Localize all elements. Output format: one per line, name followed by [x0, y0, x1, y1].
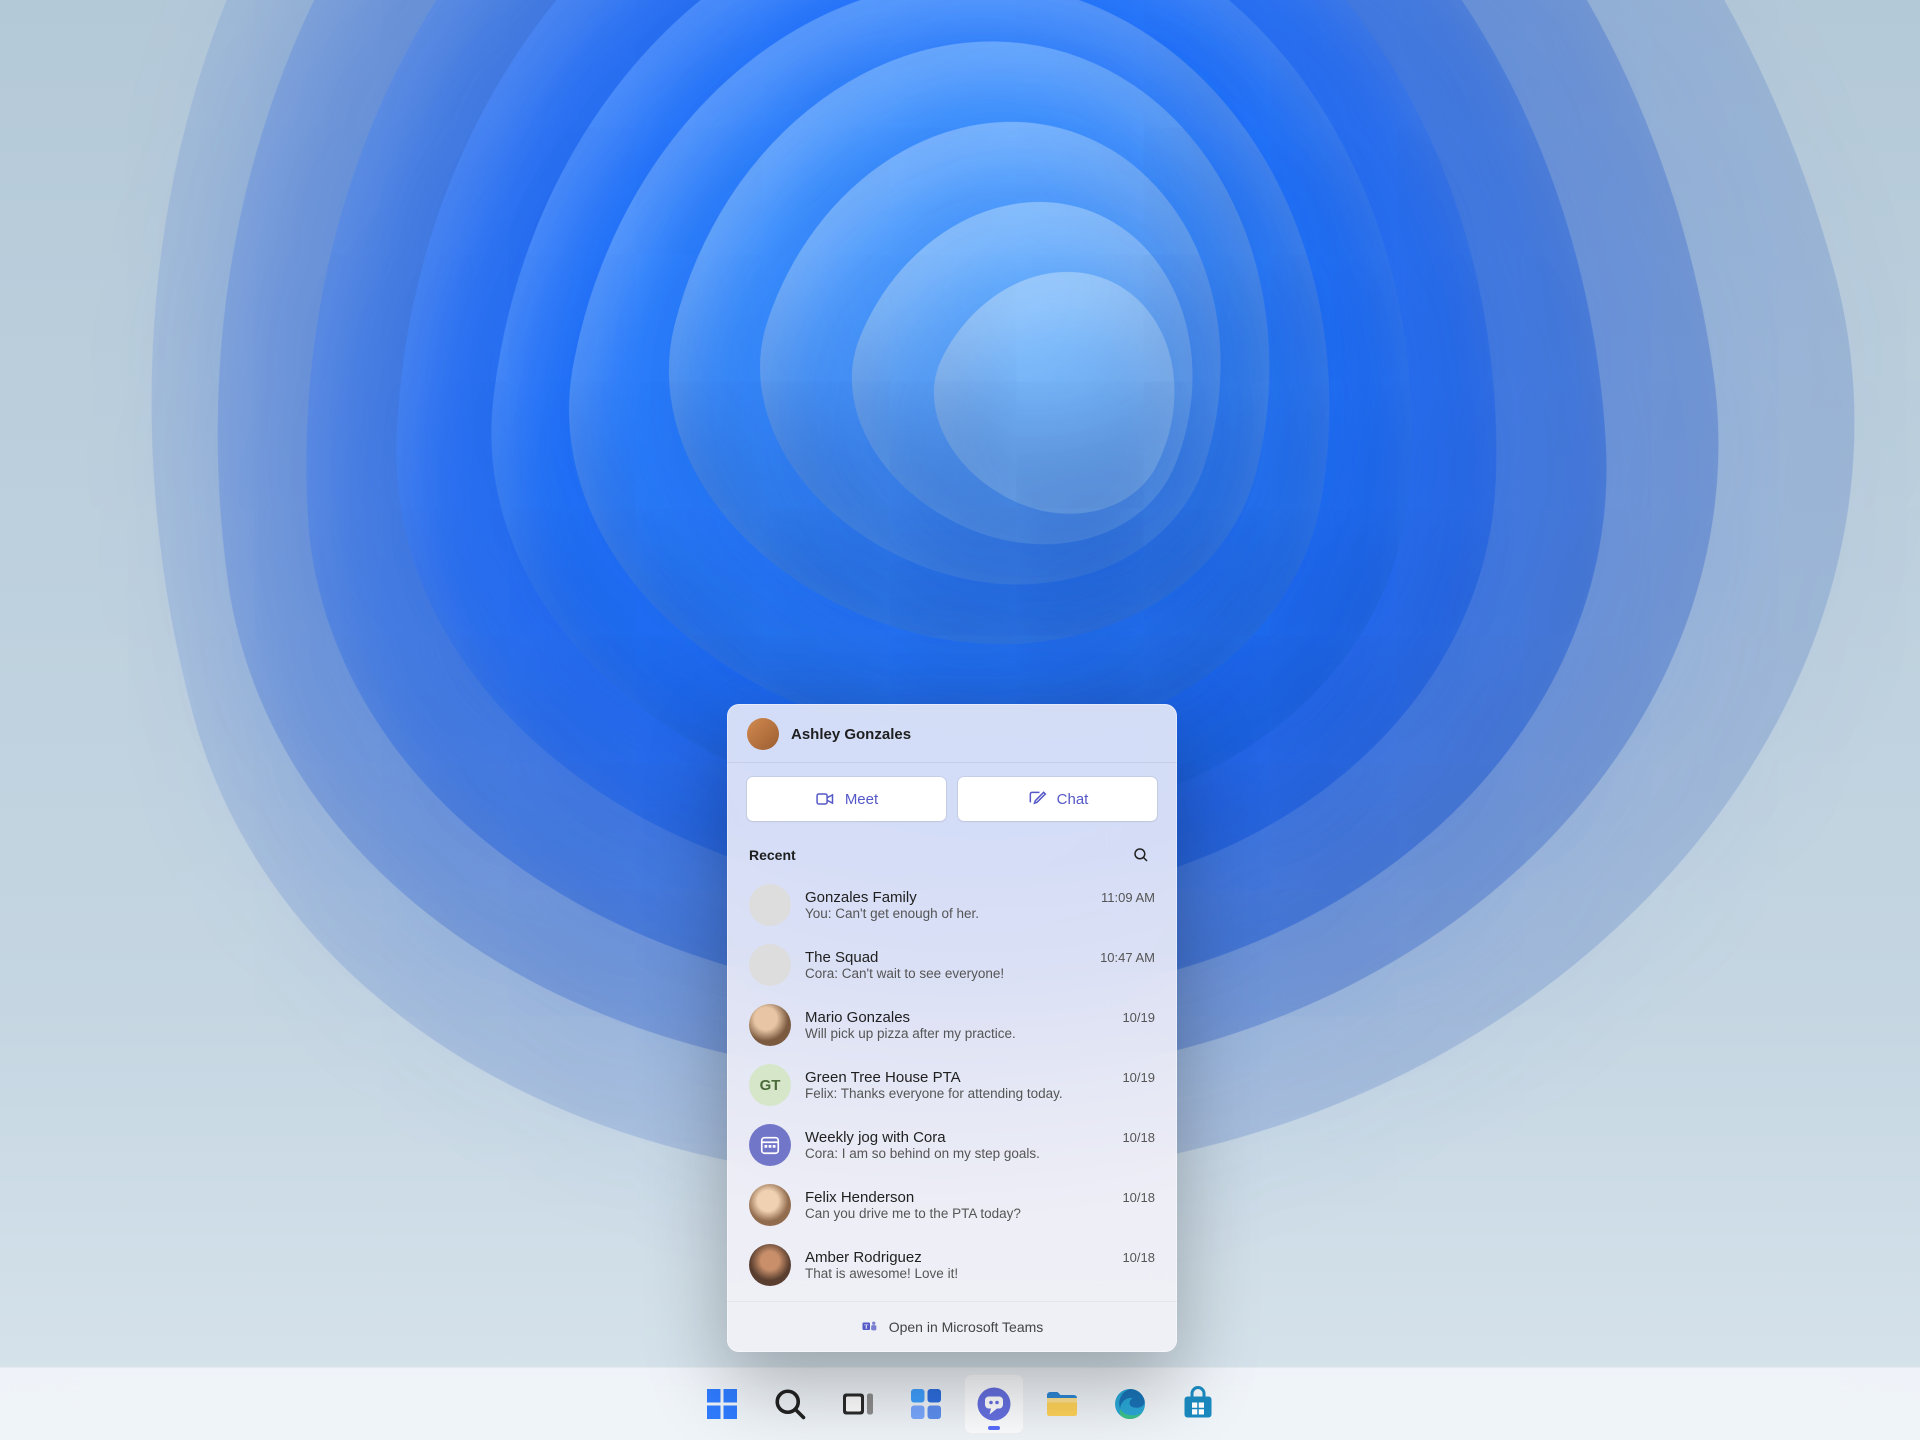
- taskbar: [0, 1367, 1920, 1440]
- video-icon: [815, 789, 835, 809]
- conversation-preview: You: Can't get enough of her.: [805, 906, 1155, 921]
- conversation-row[interactable]: GT Green Tree House PTA 10/19Felix: Thanks…: [733, 1055, 1171, 1115]
- conversation-row[interactable]: Felix Henderson 10/18Can you drive me to …: [733, 1175, 1171, 1235]
- avatar: [747, 718, 779, 750]
- conversation-row[interactable]: Weekly jog with Cora 10/18Cora: I am so b…: [733, 1115, 1171, 1175]
- conversation-preview: Can you drive me to the PTA today?: [805, 1206, 1155, 1221]
- conversation-title: The Squad: [805, 949, 878, 966]
- flyout-header: Ashley Gonzales: [727, 704, 1177, 763]
- calendar-icon: [759, 1134, 781, 1156]
- widgets-icon: [908, 1386, 944, 1422]
- conversation-avatar: [749, 944, 791, 986]
- taskbar-widgets[interactable]: [896, 1374, 956, 1434]
- conversation-preview: Will pick up pizza after my practice.: [805, 1026, 1155, 1041]
- taskbar-task-view[interactable]: [828, 1374, 888, 1434]
- conversation-preview: Cora: I am so behind on my step goals.: [805, 1146, 1155, 1161]
- conversation-time: 10:47 AM: [1092, 950, 1155, 965]
- conversation-title: Mario Gonzales: [805, 1009, 910, 1026]
- taskbar-file-explorer[interactable]: [1032, 1374, 1092, 1434]
- conversation-title: Weekly jog with Cora: [805, 1129, 946, 1146]
- search-icon: [1132, 846, 1150, 864]
- edge-icon: [1112, 1386, 1148, 1422]
- recent-label: Recent: [749, 847, 796, 863]
- flyout-action-row: Meet Chat: [727, 763, 1177, 827]
- teams-icon: T: [861, 1318, 879, 1336]
- conversation-avatar: [749, 1184, 791, 1226]
- conversation-title: Green Tree House PTA: [805, 1069, 961, 1086]
- conversation-row[interactable]: Amber Rodriguez 10/18That is awesome! Lov…: [733, 1235, 1171, 1295]
- open-in-teams-label: Open in Microsoft Teams: [889, 1319, 1044, 1335]
- file-explorer-icon: [1044, 1386, 1080, 1422]
- meet-button-label: Meet: [845, 791, 878, 808]
- conversation-title: Felix Henderson: [805, 1189, 914, 1206]
- conversation-time: 10/19: [1114, 1070, 1155, 1085]
- taskbar-store[interactable]: [1168, 1374, 1228, 1434]
- conversation-title: Gonzales Family: [805, 889, 917, 906]
- start-icon: [704, 1386, 740, 1422]
- chat-button[interactable]: Chat: [958, 777, 1157, 821]
- taskbar-search[interactable]: [760, 1374, 820, 1434]
- conversation-time: 10/18: [1114, 1250, 1155, 1265]
- taskbar-edge[interactable]: [1100, 1374, 1160, 1434]
- search-button[interactable]: [1127, 841, 1155, 869]
- conversation-avatar: [749, 1244, 791, 1286]
- conversation-time: 10/18: [1114, 1190, 1155, 1205]
- svg-text:T: T: [864, 1325, 868, 1331]
- conversation-list: Gonzales Family 11:09 AMYou: Can't get en…: [727, 875, 1177, 1295]
- conversation-avatar: [749, 1124, 791, 1166]
- teams-chat-flyout: Ashley Gonzales Meet Chat Recent Gonzale…: [727, 704, 1177, 1352]
- conversation-preview: Cora: Can't wait to see everyone!: [805, 966, 1155, 981]
- compose-icon: [1027, 789, 1047, 809]
- conversation-preview: That is awesome! Love it!: [805, 1266, 1155, 1281]
- conversation-time: 10/19: [1114, 1010, 1155, 1025]
- taskbar-chat[interactable]: [964, 1374, 1024, 1434]
- conversation-time: 10/18: [1114, 1130, 1155, 1145]
- conversation-preview: Felix: Thanks everyone for attending tod…: [805, 1086, 1155, 1101]
- task-view-icon: [840, 1386, 876, 1422]
- conversation-row[interactable]: Mario Gonzales 10/19Will pick up pizza af…: [733, 995, 1171, 1055]
- open-in-teams-link[interactable]: T Open in Microsoft Teams: [727, 1301, 1177, 1352]
- conversation-avatar: GT: [749, 1064, 791, 1106]
- search-icon: [772, 1386, 808, 1422]
- conversation-avatar: [749, 1004, 791, 1046]
- chat-button-label: Chat: [1057, 791, 1089, 808]
- taskbar-start[interactable]: [692, 1374, 752, 1434]
- conversation-row[interactable]: The Squad 10:47 AMCora: Can't wait to see…: [733, 935, 1171, 995]
- conversation-row[interactable]: Gonzales Family 11:09 AMYou: Can't get en…: [733, 875, 1171, 935]
- current-user-name: Ashley Gonzales: [791, 726, 911, 743]
- store-icon: [1180, 1386, 1216, 1422]
- chat-icon: [976, 1386, 1012, 1422]
- conversation-avatar: [749, 884, 791, 926]
- conversation-time: 11:09 AM: [1093, 890, 1155, 905]
- conversation-title: Amber Rodriguez: [805, 1249, 922, 1266]
- meet-button[interactable]: Meet: [747, 777, 946, 821]
